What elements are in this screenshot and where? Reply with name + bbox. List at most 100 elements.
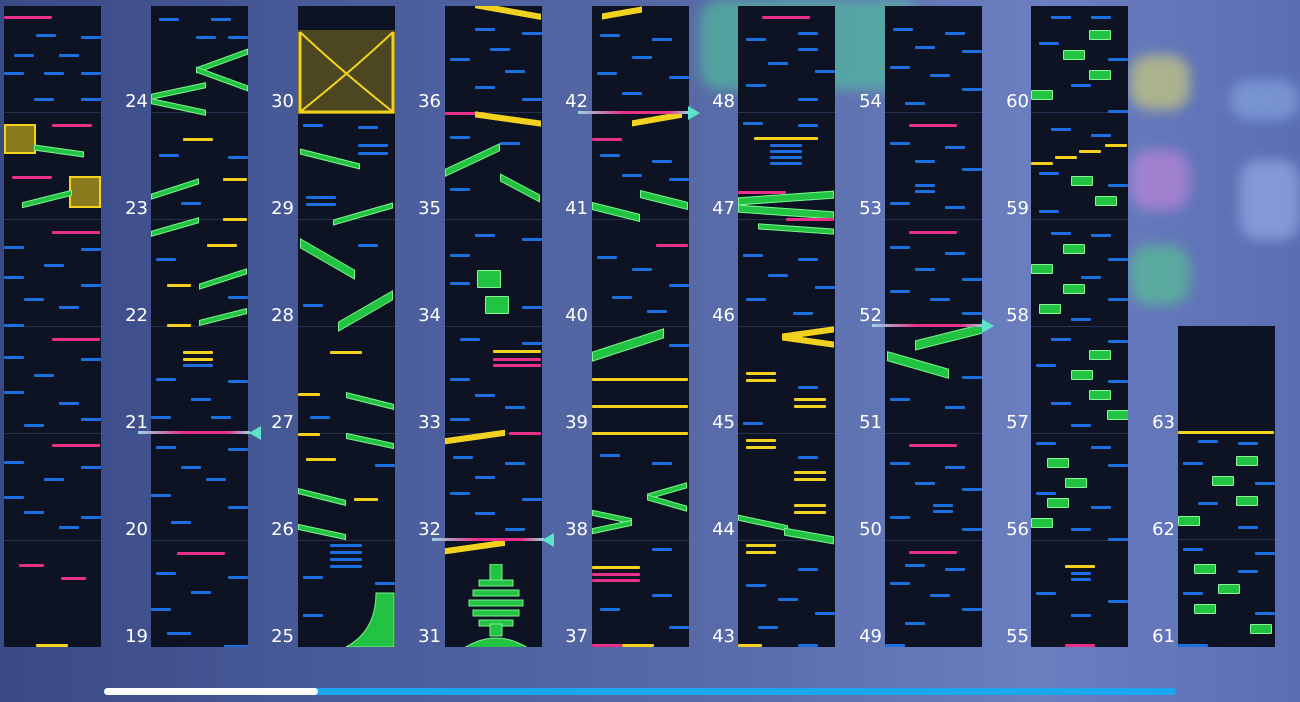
measure-number: 57: [1006, 412, 1029, 433]
judgement-marker-icon: [688, 106, 700, 120]
horizontal-scrollbar[interactable]: [104, 688, 1176, 695]
judgement-marker-icon: [982, 319, 994, 333]
slide-note: [647, 494, 687, 512]
slide-note: [199, 268, 247, 290]
measure-number: 39: [565, 412, 588, 433]
slide-note: [298, 523, 346, 541]
hold-note: [4, 124, 36, 154]
measure-number: 56: [1006, 519, 1029, 540]
slide-note: [500, 173, 540, 203]
judgement-line: [872, 324, 984, 327]
slide-note: [151, 178, 199, 200]
measure-number: 28: [271, 305, 294, 326]
slide-note: [1031, 90, 1053, 100]
measure-number: 45: [712, 412, 735, 433]
measure-number: 33: [418, 412, 441, 433]
measure-number: 49: [859, 626, 882, 647]
slide-note: [1089, 30, 1111, 40]
slide-note: [333, 202, 393, 226]
measure-number: 63: [1152, 412, 1175, 433]
measure-number: 22: [125, 305, 148, 326]
slide-note: [1089, 70, 1111, 80]
measure-number: 25: [271, 626, 294, 647]
slide-note: [1194, 604, 1216, 614]
measure-number: 34: [418, 305, 441, 326]
slide-note: [1178, 516, 1200, 526]
slide-note: [1212, 476, 1234, 486]
judgement-marker-icon: [249, 426, 261, 440]
judgement-marker-icon: [542, 533, 554, 547]
measure-number: 41: [565, 198, 588, 219]
measure-number: 30: [271, 91, 294, 112]
measure-number: 60: [1006, 91, 1029, 112]
scrollbar-thumb[interactable]: [104, 688, 319, 695]
slide-note: [784, 527, 834, 545]
measure-number: 61: [1152, 626, 1175, 647]
judgement-line: [578, 111, 690, 114]
measure-number: 46: [712, 305, 735, 326]
measure-number: 29: [271, 198, 294, 219]
slide-note: [1031, 264, 1053, 274]
background-blob: [1240, 160, 1300, 240]
slide-note: [346, 592, 395, 647]
chart-column: [1178, 326, 1275, 647]
measure-number: 32: [418, 519, 441, 540]
slide-note: [151, 217, 199, 237]
measure-number: 19: [125, 626, 148, 647]
slide-note: [1047, 498, 1069, 508]
measure-number: 43: [712, 626, 735, 647]
measure-number: 62: [1152, 519, 1175, 540]
measure-number: 27: [271, 412, 294, 433]
slide-note: [640, 190, 688, 210]
measure-number: 31: [418, 626, 441, 647]
slide-note: [1250, 624, 1272, 634]
measure-number: 38: [565, 519, 588, 540]
slide-note: [1063, 50, 1085, 60]
slide-note: [1218, 584, 1240, 594]
measure-number: 50: [859, 519, 882, 540]
measure-number: 48: [712, 91, 735, 112]
measure-number: 44: [712, 519, 735, 540]
background-blob: [1130, 150, 1190, 210]
measure-number: 36: [418, 91, 441, 112]
slide-note: [346, 432, 394, 450]
slide-note: [1071, 370, 1093, 380]
measure-number: 52: [859, 305, 882, 326]
slide-note: [199, 308, 247, 326]
slide-note: [887, 351, 949, 379]
slide-note: [1047, 458, 1069, 468]
measure-number: 47: [712, 198, 735, 219]
slide-note: [1071, 176, 1093, 186]
slide-note: [1107, 410, 1128, 420]
background-blob: [1130, 55, 1190, 110]
slide-note: [445, 143, 500, 177]
slide-note: [1065, 478, 1087, 488]
slide-note: [1095, 196, 1117, 206]
chart-column: [151, 6, 248, 647]
slide-note: [592, 519, 632, 535]
slide-note: [22, 189, 72, 209]
judgement-line: [432, 538, 544, 541]
measure-number: 26: [271, 519, 294, 540]
slide-note: [298, 488, 346, 506]
slide-note: [300, 238, 355, 280]
hold-note: [298, 30, 395, 114]
measure-number: 21: [125, 412, 148, 433]
background-blob: [1230, 80, 1300, 120]
hold-note: [69, 176, 101, 208]
chart-column: [298, 6, 395, 647]
measure-number: 58: [1006, 305, 1029, 326]
slide-note: [151, 98, 206, 116]
slide-note: [485, 296, 509, 314]
chart-column: [738, 6, 835, 647]
slide-note: [1031, 518, 1053, 528]
slide-note: [151, 82, 206, 100]
slide-note: [592, 328, 664, 362]
slide-note: [1089, 350, 1111, 360]
measure-number: 59: [1006, 198, 1029, 219]
chart-column: [1031, 6, 1128, 647]
slide-note: [464, 564, 528, 647]
measure-number: 53: [859, 198, 882, 219]
measure-number: 51: [859, 412, 882, 433]
measure-number: 24: [125, 91, 148, 112]
